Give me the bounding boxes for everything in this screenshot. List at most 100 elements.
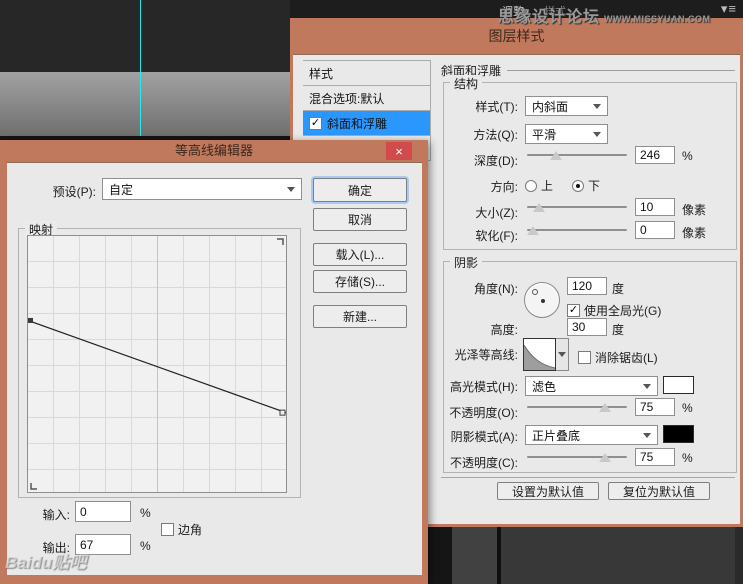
global-light-checkbox[interactable]: ✓ 使用全局光(G) (567, 302, 661, 319)
technique-dropdown[interactable]: 平滑 (525, 124, 608, 144)
canvas-gradient-band (0, 72, 290, 136)
anti-alias-checkbox[interactable]: 消除锯齿(L) (578, 349, 658, 366)
altitude-unit: 度 (612, 323, 625, 337)
panel-divider (452, 527, 497, 584)
shadow-mode-value: 正片叠底 (532, 428, 581, 443)
panel-divider (735, 527, 743, 584)
panel-divider (428, 527, 452, 584)
technique-dropdown-value: 平滑 (532, 127, 557, 142)
slider-thumb[interactable] (533, 203, 545, 212)
size-unit: 像素 (682, 203, 707, 217)
list-item-label: 样式 (309, 66, 334, 81)
list-item-label: 斜面和浮雕 (327, 116, 388, 131)
radio-selected-icon (572, 179, 584, 192)
soften-unit: 像素 (682, 226, 707, 240)
workspace-background (428, 527, 743, 584)
set-default-button[interactable]: 设置为默认值 (497, 482, 599, 500)
chevron-down-icon (593, 131, 601, 137)
size-input[interactable] (635, 198, 675, 216)
close-button[interactable]: × (386, 142, 412, 160)
angle-dial[interactable] (524, 282, 560, 318)
chevron-down-icon (593, 103, 601, 109)
slider-thumb[interactable] (599, 403, 611, 412)
gloss-contour-thumbnail[interactable] (523, 338, 556, 371)
contour-curve-svg (28, 238, 286, 490)
reset-default-button[interactable]: 复位为默认值 (608, 482, 710, 500)
shadow-opacity-input[interactable] (635, 448, 675, 466)
save-button[interactable]: 存储(S)... (313, 270, 407, 293)
direction-down-radio[interactable]: 下 (572, 177, 600, 194)
style-dropdown[interactable]: 内斜面 (525, 96, 608, 116)
shadow-opacity-slider[interactable] (527, 451, 627, 463)
direction-up-radio[interactable]: 上 (525, 177, 553, 194)
contour-editor-titlebar[interactable]: 等高线编辑器 (0, 140, 428, 162)
ok-button[interactable]: 确定 (313, 178, 407, 202)
global-light-label: 使用全局光(G) (584, 304, 662, 318)
input-unit: % (140, 506, 151, 520)
style-list-item-styles[interactable]: 样式 (303, 61, 430, 86)
input-label: 输入: (42, 508, 70, 522)
preset-dropdown[interactable]: 自定 (102, 178, 302, 200)
shadow-mode-dropdown[interactable]: 正片叠底 (525, 425, 658, 445)
checkbox-icon: ✓ (567, 304, 580, 317)
corner-label: 边角 (178, 523, 203, 537)
panel-menu-icon[interactable]: ▾≡ (721, 1, 737, 17)
corner-checkbox[interactable]: 边角 (161, 521, 202, 538)
highlight-opacity-input[interactable] (635, 398, 675, 416)
shadow-opacity-unit: % (682, 451, 693, 465)
forum-watermark-url: WWW.MISSYUAN.COM (604, 14, 711, 24)
chevron-down-icon (287, 186, 295, 192)
panel-divider (497, 527, 501, 584)
shading-legend: 阴影 (450, 254, 483, 271)
structure-legend: 结构 (450, 75, 483, 92)
new-button[interactable]: 新建... (313, 305, 407, 328)
list-item-label: 混合选项:默认 (309, 91, 385, 106)
direction-up-label: 上 (541, 179, 554, 193)
preset-label: 预设(P): (52, 185, 96, 199)
shadow-color-swatch[interactable] (663, 425, 694, 443)
contour-mapping-grid[interactable] (27, 235, 287, 493)
highlight-mode-value: 滤色 (532, 379, 557, 394)
anti-alias-label: 消除锯齿(L) (595, 351, 658, 365)
style-dropdown-value: 内斜面 (532, 99, 569, 114)
gloss-contour-picker[interactable] (523, 338, 569, 371)
radio-icon (525, 179, 537, 192)
slider-thumb[interactable] (550, 151, 562, 160)
depth-unit: % (682, 149, 693, 163)
style-list-item-blending-options[interactable]: 混合选项:默认 (303, 86, 430, 111)
angle-marker-icon (532, 289, 538, 295)
input-field[interactable] (75, 501, 131, 522)
highlight-color-swatch[interactable] (663, 376, 694, 394)
cancel-button[interactable]: 取消 (313, 208, 407, 231)
chevron-down-icon (558, 352, 566, 357)
baidu-watermark: Baidu贴吧 (5, 553, 87, 572)
slider-thumb[interactable] (527, 226, 539, 235)
soften-input[interactable] (635, 221, 675, 239)
contour-editor-dialog: 等高线编辑器 × 预设(P): 自定 确定 取消 载入(L)... 存储(S).… (0, 140, 428, 584)
load-button[interactable]: 载入(L)... (313, 243, 407, 266)
angle-input[interactable] (567, 277, 607, 295)
slider-thumb[interactable] (599, 453, 611, 462)
direction-down-label: 下 (588, 179, 601, 193)
cyan-guide-line (140, 0, 141, 136)
depth-slider[interactable] (527, 149, 627, 161)
footer-divider (441, 477, 735, 478)
style-list-item-bevel-emboss[interactable]: ✓ 斜面和浮雕 (303, 111, 430, 136)
chevron-down-icon (643, 432, 651, 438)
size-slider[interactable] (527, 201, 627, 213)
gloss-contour-dropdown-button[interactable] (556, 338, 569, 371)
checkbox-icon (161, 523, 174, 536)
highlight-mode-dropdown[interactable]: 滤色 (525, 376, 658, 396)
forum-watermark: 思缘设计论坛 WWW.MISSYUAN.COM (498, 3, 711, 27)
document-canvas (0, 0, 290, 140)
depth-input[interactable] (635, 146, 675, 164)
forum-watermark-text: 思缘设计论坛 (498, 9, 601, 26)
checkmark-icon: ✓ (568, 304, 579, 316)
bevel-emboss-checkbox[interactable]: ✓ (309, 116, 322, 130)
bevel-emboss-section-header: 斜面和浮雕 (441, 62, 735, 79)
soften-slider[interactable] (527, 224, 627, 236)
checkbox-icon (578, 351, 591, 364)
highlight-opacity-slider[interactable] (527, 401, 627, 413)
preset-value: 自定 (109, 182, 134, 197)
altitude-input[interactable] (567, 318, 607, 336)
